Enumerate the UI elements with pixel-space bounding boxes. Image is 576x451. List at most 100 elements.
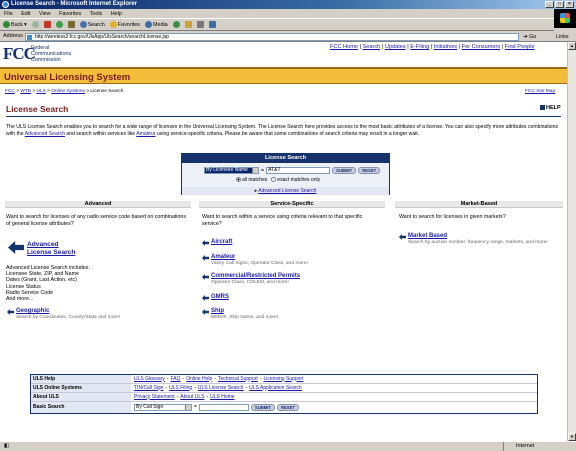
advanced-license-search-link[interactable]: Advanced License Search: [258, 188, 316, 194]
search-button[interactable]: Search: [79, 19, 105, 31]
media-button[interactable]: Media: [144, 19, 168, 31]
address-input[interactable]: http://wireless2.fcc.gov/UlsApp/UlsSearc…: [25, 33, 519, 41]
edit-button[interactable]: [208, 21, 216, 28]
history-button[interactable]: [172, 21, 180, 28]
maximize-button[interactable]: □: [555, 1, 564, 8]
arrow-icon: [202, 240, 209, 246]
reset-button[interactable]: RESET: [358, 167, 381, 174]
arrow-icon: [399, 234, 406, 240]
online-help-link[interactable]: Online Help: [186, 375, 212, 384]
menu-edit[interactable]: Edit: [21, 11, 30, 17]
stop-button[interactable]: [43, 21, 51, 28]
back-button[interactable]: Back ▾: [3, 19, 27, 31]
refresh-button[interactable]: [55, 21, 63, 28]
footer-label: ULS Online Systems: [31, 384, 131, 392]
intro-amateur-link[interactable]: Amateur: [136, 131, 155, 137]
advanced-question: Want to search for licenses of any radio…: [6, 214, 186, 227]
faq-link[interactable]: FAQ: [171, 375, 181, 384]
menu-file[interactable]: File: [4, 11, 13, 17]
glossary-link[interactable]: ULS Glossary: [134, 375, 165, 384]
licensing-support-link[interactable]: Licensing Support: [263, 375, 303, 384]
radio-icon: [271, 177, 277, 183]
nav-initiatives[interactable]: Initiatives: [434, 44, 457, 50]
license-search-box: License Search By Licensee Name = AT&T S…: [181, 153, 390, 195]
about-uls-link[interactable]: About ULS: [180, 393, 204, 402]
search-field-select[interactable]: By Licensee Name: [204, 167, 259, 174]
exact-matches-option[interactable]: exact matches only: [271, 177, 320, 183]
aircraft-link[interactable]: Aircraft: [211, 239, 232, 245]
match-options: all matches exact matches only: [236, 177, 320, 183]
nav-search[interactable]: Search: [363, 44, 381, 50]
crumb-uls[interactable]: ULS: [36, 89, 45, 94]
mail-button[interactable]: [184, 21, 192, 28]
site-map-link[interactable]: FCC Site Map: [525, 89, 555, 94]
basic-search-select[interactable]: By Call Sign: [134, 404, 192, 411]
nav-fcc-home[interactable]: FCC Home: [330, 44, 358, 50]
market-based-link[interactable]: Market Based: [408, 233, 447, 239]
done-icon: ◧: [4, 443, 10, 449]
links-button[interactable]: Links: [556, 33, 569, 41]
media-label: Media: [152, 21, 168, 28]
amateur-link[interactable]: Amateur: [211, 254, 235, 260]
menu-help[interactable]: Help: [111, 11, 122, 17]
technical-support-link[interactable]: Technical Support: [218, 375, 258, 384]
arrow-icon: [202, 274, 209, 280]
page-viewport: FCC Federal Communications Commission FC…: [0, 42, 576, 441]
amateur-desc: Vanity Call Signs, Operator Class, and m…: [211, 261, 308, 266]
minimize-button[interactable]: _: [545, 1, 554, 8]
arrow-icon: [202, 255, 209, 261]
crumb-online-systems[interactable]: Online Systems: [51, 89, 85, 94]
privacy-statement-link[interactable]: Privacy Statement: [134, 393, 175, 402]
help-link[interactable]: HELP: [540, 105, 561, 111]
crumb-wtb[interactable]: WTB: [20, 89, 31, 94]
gmrs-link[interactable]: GMRS: [211, 294, 229, 300]
menu-view[interactable]: View: [39, 11, 51, 17]
uls-filing-link[interactable]: ULS Filing: [169, 384, 192, 393]
commercial-permits-desc: Operator Class, COLEM, and more!: [211, 280, 289, 285]
menu-favorites[interactable]: Favorites: [59, 11, 81, 17]
submit-button[interactable]: SUBMIT: [332, 167, 357, 174]
uls-home-link[interactable]: ULS Home: [210, 393, 234, 402]
star-icon: [109, 21, 117, 28]
uls-license-search-link[interactable]: ULS License Search: [198, 384, 244, 393]
search-field-value: By Licensee Name: [206, 167, 248, 173]
home-button[interactable]: [67, 21, 75, 28]
go-button[interactable]: ➜ Go: [523, 33, 536, 41]
scroll-up-button[interactable]: ▲: [568, 42, 576, 50]
uls-application-search-link[interactable]: ULS Application Search: [249, 384, 302, 393]
vertical-scrollbar[interactable]: ▲ ▼: [567, 42, 576, 441]
breadcrumb: FCC > WTB > ULS > Online Systems > Licen…: [5, 89, 124, 94]
basic-submit-button[interactable]: SUBMIT: [250, 404, 275, 411]
nav-e-filing[interactable]: E-Filing: [410, 44, 429, 50]
nav-find-people[interactable]: Find People: [505, 44, 535, 50]
geographic-link[interactable]: Geographic: [16, 308, 49, 314]
forward-button[interactable]: [31, 21, 39, 28]
search-box-title: License Search: [182, 154, 389, 163]
advanced-header: Advanced: [5, 201, 191, 208]
search-value-input[interactable]: AT&T: [266, 167, 331, 174]
page-icon: [27, 35, 32, 40]
close-button[interactable]: ×: [565, 1, 574, 8]
forward-arrow-icon: [31, 21, 39, 28]
ship-desc: MMSI#, Ship Name, and more!: [211, 315, 279, 320]
menu-tools[interactable]: Tools: [90, 11, 103, 17]
scroll-down-button[interactable]: ▼: [568, 433, 576, 441]
all-matches-option[interactable]: all matches: [236, 177, 267, 183]
windows-flag-icon: [560, 13, 570, 23]
crumb-fcc[interactable]: FCC: [5, 89, 15, 94]
arrow-icon: [202, 295, 209, 301]
basic-search-input[interactable]: [198, 404, 249, 411]
ship-link[interactable]: Ship: [211, 308, 224, 314]
commercial-permits-link[interactable]: Commercial/Restricted Permits: [211, 273, 300, 279]
advanced-license-search-big-link[interactable]: Advanced License Search: [27, 241, 75, 256]
uls-banner: Universal Licensing System: [0, 67, 567, 84]
intro-advanced-link[interactable]: Advanced Search: [25, 131, 65, 137]
back-label: Back: [11, 21, 23, 28]
tin-call-sign-link[interactable]: TIN/Call Sign: [134, 384, 163, 393]
favorites-button[interactable]: Favorites: [109, 19, 140, 31]
nav-for-consumers[interactable]: For Consumers: [462, 44, 501, 50]
print-button[interactable]: [196, 21, 204, 28]
window-title-bar: License Search - Microsoft Internet Expl…: [0, 0, 576, 9]
basic-reset-button[interactable]: RESET: [276, 404, 299, 411]
nav-updates[interactable]: Updates: [385, 44, 406, 50]
